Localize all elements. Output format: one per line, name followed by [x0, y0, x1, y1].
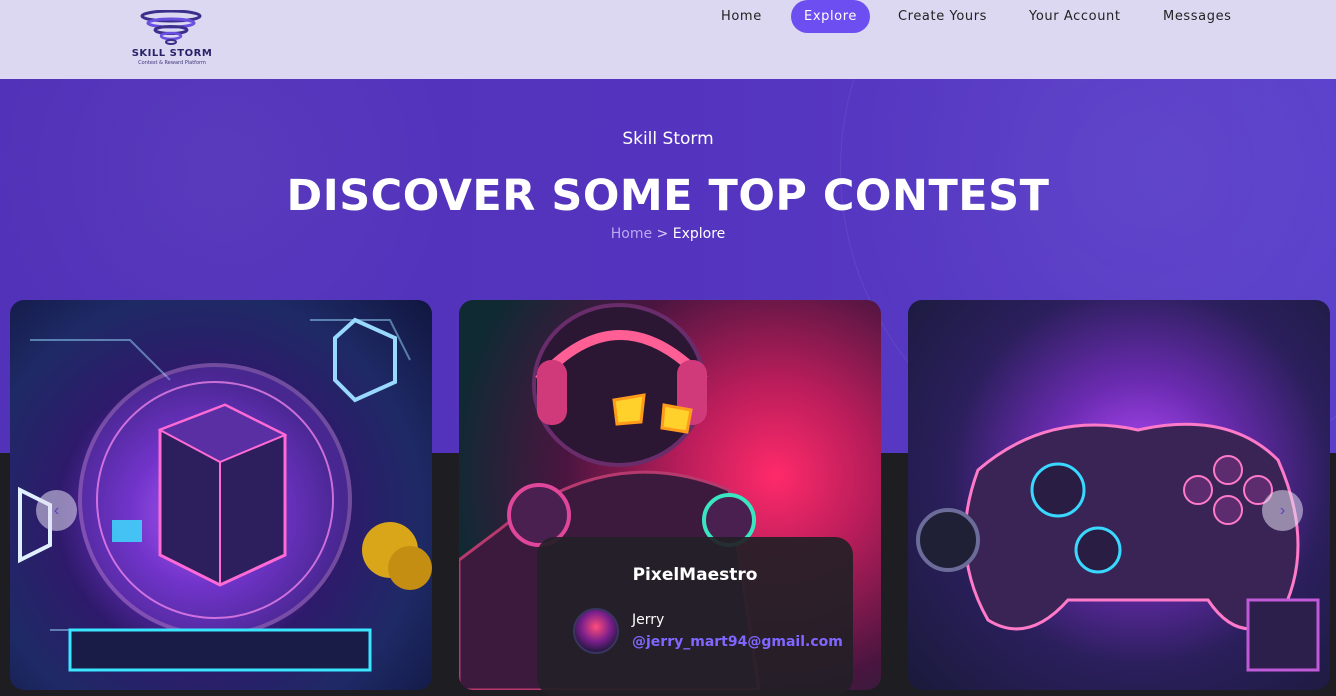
hero-subtitle: Skill Storm — [622, 129, 714, 149]
nav-home[interactable]: Home — [721, 0, 762, 33]
creator-email-link[interactable]: @jerry_mart94@gmail.com — [632, 634, 843, 650]
nav-messages[interactable]: Messages — [1163, 0, 1232, 33]
chevron-left-icon: ‹ — [53, 502, 60, 519]
logo-brand: SKILL STORM — [131, 48, 213, 59]
carousel-next-button[interactable]: › — [1262, 490, 1303, 531]
breadcrumb-current: Explore — [672, 226, 726, 242]
logo-tagline: Contest & Reward Platform — [138, 60, 206, 66]
carousel-prev-button[interactable]: ‹ — [36, 490, 77, 531]
game-controller-artwork — [916, 422, 1320, 672]
logo[interactable]: SKILL STORM Contest & Reward Platform — [124, 10, 220, 68]
cyber-sphere-artwork — [18, 317, 432, 672]
breadcrumb-separator: > — [652, 226, 673, 242]
chevron-right-icon: › — [1279, 502, 1286, 519]
tornado-logo-icon — [140, 10, 202, 45]
nav-create-yours[interactable]: Create Yours — [898, 0, 987, 33]
nav-explore[interactable]: Explore — [791, 0, 870, 33]
nav-your-account[interactable]: Your Account — [1029, 0, 1121, 33]
breadcrumb: Home > Explore — [0, 226, 1336, 242]
page-title: DISCOVER SOME TOP CONTEST — [286, 171, 1050, 221]
navbar: SKILL STORM Contest & Reward Platform Ho… — [0, 0, 1336, 79]
creator-name: Jerry — [632, 612, 665, 628]
avatar[interactable] — [573, 608, 619, 654]
contest-card-image[interactable] — [10, 300, 432, 690]
contest-card-image[interactable] — [908, 300, 1330, 690]
contest-title: PixelMaestro — [632, 565, 758, 585]
contest-profile-card[interactable]: PixelMaestro Jerry @jerry_mart94@gmail.c… — [537, 537, 853, 696]
breadcrumb-home[interactable]: Home — [611, 226, 652, 242]
